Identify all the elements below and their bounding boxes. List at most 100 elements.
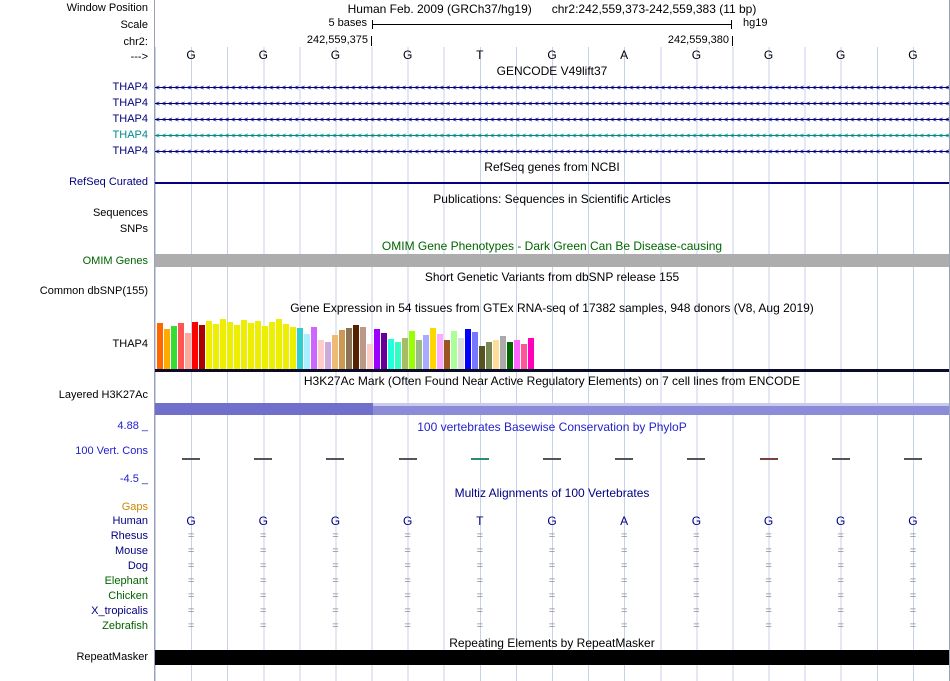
gencode-gene-row[interactable]: <<<<<<<<<<<<<<<<<<<<<<<<<<<<<<<<<<<<<<<<… (155, 99, 949, 108)
gtex-expression-bar[interactable] (521, 344, 527, 369)
gtex-expression-bar[interactable] (283, 324, 289, 369)
track-label-omim-genes[interactable]: OMIM Genes (0, 255, 151, 268)
gtex-expression-bar[interactable] (500, 336, 506, 369)
alignment-row-x_tropicalis[interactable]: = = = = = = = = = = = (155, 605, 949, 619)
dbsnp-track-title[interactable]: Short Genetic Variants from dbSNP releas… (155, 270, 949, 284)
gtex-expression-bar[interactable] (367, 344, 373, 369)
species-label-mouse[interactable]: Mouse (0, 545, 151, 558)
gtex-expression-bar[interactable] (507, 342, 513, 369)
gtex-expression-bar[interactable] (402, 338, 408, 369)
gtex-expression-bar[interactable] (185, 333, 191, 369)
alignment-row-dog[interactable]: = = = = = = = = = = = (155, 560, 949, 574)
track-label-thap4-4[interactable]: THAP4 (0, 129, 151, 142)
alignment-row-chicken[interactable]: = = = = = = = = = = = (155, 590, 949, 604)
h3k27ac-signal-top-layer[interactable] (373, 403, 949, 406)
species-label-dog[interactable]: Dog (0, 560, 151, 573)
gtex-expression-bar[interactable] (227, 322, 233, 369)
alignment-row-zebrafish[interactable]: = = = = = = = = = = = (155, 620, 949, 634)
gtex-expression-bar[interactable] (325, 342, 331, 369)
track-label-thap4-5[interactable]: THAP4 (0, 145, 151, 158)
gtex-expression-bar[interactable] (178, 323, 184, 369)
gencode-track-title[interactable]: GENCODE V49lift37 (155, 64, 949, 78)
gtex-expression-bar[interactable] (199, 325, 205, 369)
alignment-row-rhesus[interactable]: = = = = = = = = = = = (155, 530, 949, 544)
phylop-conservation-tick[interactable] (543, 458, 561, 460)
gtex-expression-bar[interactable] (479, 346, 485, 369)
track-label-refseq-curated[interactable]: RefSeq Curated (0, 176, 151, 189)
track-label-gtex-thap4[interactable]: THAP4 (0, 338, 151, 351)
track-label-gaps[interactable]: Gaps (0, 501, 151, 514)
gtex-expression-bar[interactable] (381, 333, 387, 369)
gtex-expression-bar[interactable] (290, 327, 296, 369)
gtex-expression-bar[interactable] (248, 323, 254, 369)
phylop-conservation-tick[interactable] (903, 458, 922, 460)
gtex-expression-bar[interactable] (451, 331, 457, 369)
track-label-thap4-3[interactable]: THAP4 (0, 113, 151, 126)
alignment-row-mouse[interactable]: = = = = = = = = = = = (155, 545, 949, 559)
gtex-expression-bar[interactable] (514, 340, 520, 369)
gtex-expression-bar[interactable] (213, 324, 219, 369)
track-label-thap4-1[interactable]: THAP4 (0, 81, 151, 94)
gtex-expression-bar[interactable] (465, 329, 471, 369)
gtex-expression-bar[interactable] (493, 340, 499, 369)
phylop-conservation-tick[interactable] (687, 458, 706, 460)
gtex-expression-bar[interactable] (297, 328, 303, 369)
gtex-expression-bar[interactable] (157, 323, 163, 369)
omim-gene-bar[interactable] (155, 254, 949, 267)
phylop-track-title[interactable]: 100 vertebrates Basewise Conservation by… (155, 420, 949, 434)
gtex-expression-bar[interactable] (255, 321, 261, 369)
phylop-conservation-tick[interactable] (182, 458, 201, 460)
gtex-expression-bar[interactable] (528, 338, 534, 369)
phylop-conservation-tick[interactable] (831, 458, 850, 460)
gtex-expression-bar[interactable] (269, 322, 275, 369)
gtex-expression-bar[interactable] (164, 329, 170, 369)
phylop-conservation-tick[interactable] (398, 458, 417, 460)
gtex-expression-bar[interactable] (234, 325, 240, 369)
gtex-expression-bar[interactable] (332, 335, 338, 369)
phylop-conservation-tick[interactable] (470, 458, 489, 460)
gtex-expression-bar[interactable] (346, 328, 352, 369)
species-label-chicken[interactable]: Chicken (0, 590, 151, 603)
alignment-row-human[interactable]: GGGGTGAGGGG (155, 515, 949, 529)
track-label-snps[interactable]: SNPs (0, 223, 151, 236)
gtex-expression-bar[interactable] (339, 330, 345, 369)
refseq-track-title[interactable]: RefSeq genes from NCBI (155, 160, 949, 174)
gtex-expression-bar[interactable] (318, 340, 324, 369)
gtex-gene-model-line[interactable] (155, 369, 949, 372)
gtex-expression-bar[interactable] (437, 334, 443, 369)
gtex-expression-bar[interactable] (458, 338, 464, 369)
gencode-gene-row[interactable]: <<<<<<<<<<<<<<<<<<<<<<<<<<<<<<<<<<<<<<<<… (155, 115, 949, 124)
gtex-expression-bar[interactable] (206, 321, 212, 369)
gencode-gene-row[interactable]: <<<<<<<<<<<<<<<<<<<<<<<<<<<<<<<<<<<<<<<<… (155, 83, 949, 92)
phylop-conservation-tick[interactable] (759, 458, 778, 460)
gtex-expression-bar[interactable] (395, 342, 401, 369)
gtex-expression-bar[interactable] (304, 334, 310, 369)
publications-track-title[interactable]: Publications: Sequences in Scientific Ar… (155, 192, 949, 206)
track-label-repeatmasker[interactable]: RepeatMasker (0, 651, 151, 664)
repeatmasker-bar[interactable] (155, 650, 949, 665)
omim-track-title[interactable]: OMIM Gene Phenotypes - Dark Green Can Be… (155, 239, 949, 253)
gtex-expression-bar[interactable] (360, 327, 366, 369)
h3k27ac-signal-left[interactable] (155, 403, 373, 415)
gtex-expression-bar[interactable] (192, 322, 198, 369)
species-label-x_tropicalis[interactable]: X_tropicalis (0, 605, 151, 618)
multiz-track-title[interactable]: Multiz Alignments of 100 Vertebrates (155, 486, 949, 500)
track-label-sequences[interactable]: Sequences (0, 207, 151, 220)
gtex-expression-bar[interactable] (444, 340, 450, 369)
gtex-expression-bar[interactable] (241, 320, 247, 369)
track-label-100-vert-cons[interactable]: 100 Vert. Cons (0, 445, 151, 458)
gtex-expression-bar[interactable] (416, 340, 422, 369)
species-label-rhesus[interactable]: Rhesus (0, 530, 151, 543)
gtex-track-title[interactable]: Gene Expression in 54 tissues from GTEx … (155, 301, 949, 315)
gencode-gene-row[interactable]: <<<<<<<<<<<<<<<<<<<<<<<<<<<<<<<<<<<<<<<<… (155, 131, 949, 140)
species-label-elephant[interactable]: Elephant (0, 575, 151, 588)
gtex-expression-bar[interactable] (311, 327, 317, 369)
gtex-expression-bar[interactable] (486, 342, 492, 369)
track-label-layered-h3k27ac[interactable]: Layered H3K27Ac (0, 389, 151, 402)
h3k27ac-track-title[interactable]: H3K27Ac Mark (Often Found Near Active Re… (155, 374, 949, 388)
refseq-curated-gene-line[interactable] (155, 182, 949, 184)
track-label-thap4-2[interactable]: THAP4 (0, 97, 151, 110)
gtex-expression-bar[interactable] (353, 325, 359, 369)
gtex-expression-bar[interactable] (171, 326, 177, 369)
repeatmasker-track-title[interactable]: Repeating Elements by RepeatMasker (155, 636, 949, 650)
